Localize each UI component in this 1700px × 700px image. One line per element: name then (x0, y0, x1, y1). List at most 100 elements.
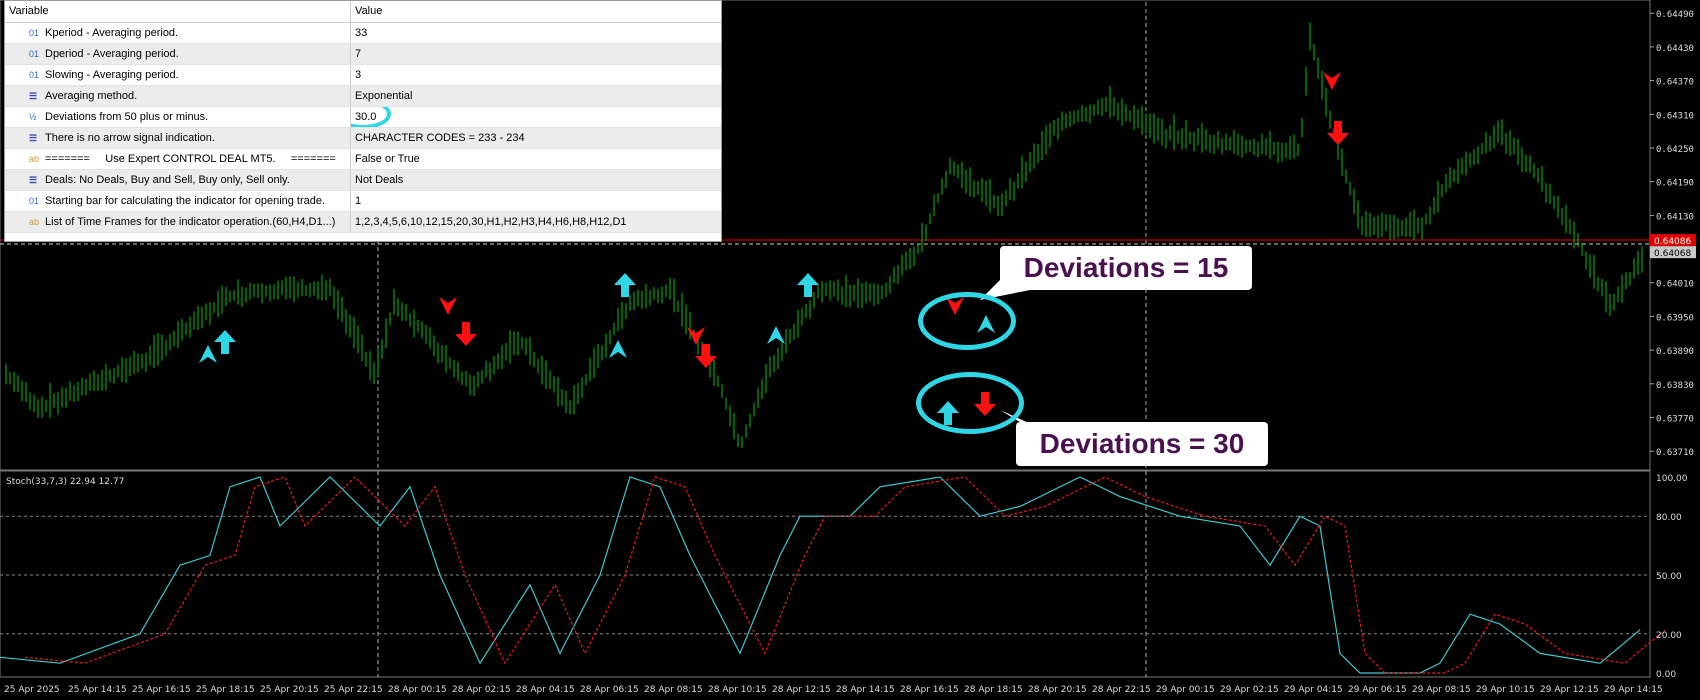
param-name: Slowing - Averaging period. (45, 69, 179, 81)
param-row[interactable]: 01 Slowing - Averaging period. 3 (5, 65, 721, 86)
param-row[interactable]: ab ======= Use Expert CONTROL DEAL MT5. =… (5, 149, 721, 170)
time-tick-label: 25 Apr 14:15 (68, 685, 127, 695)
time-tick-label: 29 Apr 04:15 (1284, 685, 1343, 695)
enum-type-icon: ☰ (29, 91, 38, 101)
stoch-level-label: 80.00 (1656, 513, 1682, 523)
callout-deviations-30: Deviations = 30 (1016, 422, 1268, 466)
int-type-icon: 01 (29, 49, 40, 59)
param-value[interactable]: 33 (355, 27, 367, 39)
time-tick-label: 28 Apr 20:15 (1028, 685, 1087, 695)
time-tick-label: 29 Apr 10:15 (1476, 685, 1535, 695)
bid-price-label: 0.64086 (1654, 237, 1691, 247)
param-name: Dperiod - Averaging period. (45, 48, 179, 60)
param-row[interactable]: ☰ Averaging method. Exponential (5, 86, 721, 107)
time-tick-label: 28 Apr 02:15 (452, 685, 511, 695)
param-row[interactable]: ☰ Deals: No Deals, Buy and Sell, Buy only… (5, 170, 721, 191)
param-value[interactable]: 1,2,3,4,5,6,10,12,15,20,30,H1,H2,H3,H4,H… (355, 216, 627, 228)
sell-cursor-icon (439, 297, 457, 315)
time-tick-label: 25 Apr 18:15 (196, 685, 255, 695)
price-tick-label: 0.64430 (1656, 44, 1694, 54)
param-name: ======= Use Expert CONTROL DEAL MT5. ===… (45, 153, 336, 165)
time-tick-label: 28 Apr 22:15 (1092, 685, 1151, 695)
int-type-icon: 01 (29, 28, 40, 38)
param-value[interactable]: False or True (355, 153, 420, 165)
param-name: Kperiod - Averaging period. (45, 27, 179, 39)
value-highlight-circle (351, 107, 391, 127)
price-tick-label: 0.64310 (1656, 111, 1694, 121)
price-tick-label: 0.63830 (1656, 381, 1694, 391)
time-tick-label: 25 Apr 16:15 (132, 685, 191, 695)
up-arrow-icon (214, 330, 236, 354)
time-tick-label: 29 Apr 12:15 (1540, 685, 1599, 695)
stoch-level-label: 50.00 (1656, 572, 1682, 582)
stoch-level-label: 20.00 (1656, 631, 1682, 641)
param-row[interactable]: 01 Starting bar for calculating the indic… (5, 191, 721, 212)
sell-cursor-icon (1323, 72, 1341, 90)
price-tick-label: 0.63890 (1656, 347, 1694, 357)
param-row[interactable]: ab List of Time Frames for the indicator … (5, 212, 721, 233)
time-tick-label: 29 Apr 00:15 (1156, 685, 1215, 695)
time-tick-label: 25 Apr 2025 (4, 685, 60, 695)
input-parameters-table: Variable Value 01 Kperiod - Averaging per… (4, 0, 722, 242)
header-variable: Variable (5, 1, 351, 22)
time-tick-label: 28 Apr 04:15 (516, 685, 575, 695)
param-name: List of Time Frames for the indicator op… (45, 216, 336, 228)
price-tick-label: 0.64130 (1656, 212, 1694, 222)
param-value[interactable]: 7 (355, 48, 361, 60)
time-tick-label: 28 Apr 08:15 (644, 685, 703, 695)
price-tick-label: 0.64190 (1656, 179, 1694, 189)
time-tick-label: 29 Apr 14:15 (1604, 685, 1663, 695)
stoch-level-label: 100.00 (1656, 474, 1688, 484)
time-tick-label: 29 Apr 02:15 (1220, 685, 1279, 695)
up-arrow-icon (797, 273, 819, 297)
param-name: Deviations from 50 plus or minus. (45, 111, 209, 123)
buy-cursor-icon (609, 340, 627, 358)
up-arrow-icon (614, 273, 636, 297)
stoch-indicator-label: Stoch(33,7,3) 22.94 12.77 (6, 477, 124, 487)
time-tick-label: 28 Apr 14:15 (836, 685, 895, 695)
param-name: Starting bar for calculating the indicat… (45, 195, 326, 207)
time-tick-label: 28 Apr 06:15 (580, 685, 639, 695)
price-tick-label: 0.64010 (1656, 280, 1694, 290)
stoch-window-border (0, 470, 1651, 678)
stochastic-subwindow (0, 476, 1666, 674)
price-tick-label: 0.64250 (1656, 145, 1694, 155)
param-row[interactable]: 01 Kperiod - Averaging period. 33 (5, 23, 721, 44)
param-value[interactable]: 3 (355, 69, 361, 81)
int-type-icon: 01 (29, 70, 40, 80)
time-tick-label: 28 Apr 10:15 (708, 685, 767, 695)
time-tick-label: 28 Apr 16:15 (900, 685, 959, 695)
ask-price-label: 0.64068 (1654, 249, 1691, 259)
int-type-icon: 01 (29, 196, 40, 206)
header-value: Value (355, 5, 383, 17)
highlight-ellipse-dev15 (918, 292, 1016, 350)
enum-type-icon: ☰ (29, 133, 38, 143)
param-value[interactable]: 1 (355, 195, 361, 207)
table-header: Variable Value (5, 1, 721, 23)
time-tick-label: 29 Apr 08:15 (1412, 685, 1471, 695)
str-type-icon: ab (29, 217, 40, 227)
param-value[interactable]: Exponential (355, 90, 413, 102)
param-row[interactable]: 01 Dperiod - Averaging period. 7 (5, 44, 721, 65)
highlight-ellipse-dev30 (916, 372, 1024, 434)
half-type-icon: ½ (29, 112, 37, 122)
callout-deviations-15: Deviations = 15 (1000, 246, 1252, 290)
time-tick-label: 28 Apr 18:15 (964, 685, 1023, 695)
time-tick-label: 28 Apr 12:15 (772, 685, 831, 695)
time-tick-label: 29 Apr 06:15 (1348, 685, 1407, 695)
buy-cursor-icon (199, 345, 217, 363)
param-name: Averaging method. (45, 90, 138, 102)
time-tick-label: 25 Apr 22:15 (324, 685, 383, 695)
param-name: Deals: No Deals, Buy and Sell, Buy only,… (45, 174, 290, 186)
param-row[interactable]: ½ Deviations from 50 plus or minus. 30.0 (5, 107, 721, 128)
price-tick-label: 0.64370 (1656, 78, 1694, 88)
down-arrow-icon (455, 322, 477, 346)
param-value[interactable]: Not Deals (355, 174, 403, 186)
param-name: There is no arrow signal indication. (45, 132, 215, 144)
str-type-icon: ab (29, 154, 40, 164)
param-row[interactable]: ☰ There is no arrow signal indication. CHA… (5, 128, 721, 149)
price-tick-label: 0.64490 (1656, 10, 1694, 20)
param-value[interactable]: CHARACTER CODES = 233 - 234 (355, 132, 525, 144)
time-tick-label: 28 Apr 00:15 (388, 685, 447, 695)
price-tick-label: 0.63710 (1656, 448, 1694, 458)
